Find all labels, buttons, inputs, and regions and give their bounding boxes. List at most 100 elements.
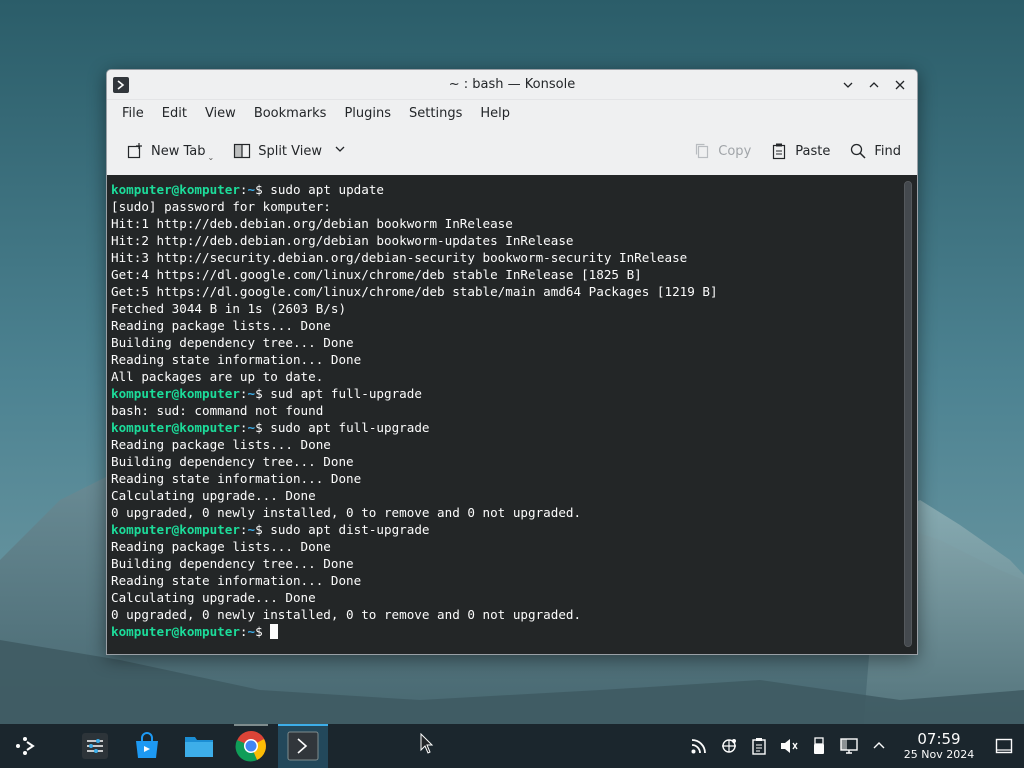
prompt-symbol: $ <box>255 182 263 197</box>
terminal-prompt-line: komputer@komputer:~$ sudo apt dist-upgra… <box>111 521 917 538</box>
settings-sliders-icon <box>82 733 108 759</box>
konsole-window: ~ : bash — Konsole File Edit View Bookma… <box>106 69 918 655</box>
menu-help[interactable]: Help <box>471 100 519 128</box>
copy-button[interactable]: Copy <box>686 135 757 167</box>
terminal-prompt-line: komputer@komputer:~$ <box>111 623 917 640</box>
prompt-command <box>263 624 271 639</box>
prompt-symbol: $ <box>255 386 263 401</box>
taskbar: 07:59 25 Nov 2024 <box>0 724 1024 768</box>
split-view-button[interactable]: Split View <box>226 135 352 167</box>
clipboard-icon[interactable] <box>744 724 774 768</box>
copy-icon <box>692 141 712 161</box>
title-bar[interactable]: ~ : bash — Konsole <box>107 70 917 100</box>
new-tab-button[interactable]: New Tab ⌄ <box>119 135 220 167</box>
application-launcher-button[interactable] <box>0 724 50 768</box>
prompt-command: sudo apt full-upgrade <box>262 420 430 435</box>
prompt-command: sud apt full-upgrade <box>262 386 422 401</box>
kde-launcher-icon <box>16 737 35 755</box>
volume-muted-icon[interactable] <box>774 724 804 768</box>
terminal-output-line: 0 upgraded, 0 newly installed, 0 to remo… <box>111 607 582 622</box>
paste-button[interactable]: Paste <box>763 135 836 167</box>
prompt-path: ~ <box>247 624 256 639</box>
show-desktop-button[interactable] <box>984 724 1024 768</box>
menu-view[interactable]: View <box>196 100 245 128</box>
taskbar-system-settings[interactable] <box>70 724 120 768</box>
prompt-path: ~ <box>247 522 256 537</box>
terminal-output-line: Calculating upgrade... Done <box>111 488 316 503</box>
paste-label: Paste <box>795 143 831 159</box>
split-view-dropdown-icon[interactable] <box>334 143 346 159</box>
prompt-symbol: $ <box>255 420 263 435</box>
paste-icon <box>769 141 789 161</box>
taskbar-discover[interactable] <box>122 724 172 768</box>
rss-feed-icon[interactable] <box>684 724 714 768</box>
prompt-symbol: $ <box>255 522 263 537</box>
terminal-output-line: Calculating upgrade... Done <box>111 590 316 605</box>
digital-clock[interactable]: 07:59 25 Nov 2024 <box>894 729 984 762</box>
clock-time: 07:59 <box>917 729 961 748</box>
prompt-separator: : <box>239 624 248 639</box>
prompt-user-host: komputer@komputer <box>111 522 240 537</box>
find-button[interactable]: Find <box>842 135 907 167</box>
toolbar: New Tab ⌄ Split View Copy Paste Find <box>107 128 917 174</box>
store-bag-icon <box>136 732 158 758</box>
menu-plugins[interactable]: Plugins <box>335 100 400 128</box>
terminal-prompt-line: komputer@komputer:~$ sudo apt update <box>111 181 917 198</box>
split-view-label: Split View <box>258 143 323 159</box>
prompt-separator: : <box>239 182 248 197</box>
terminal-prompt-line: komputer@komputer:~$ sudo apt full-upgra… <box>111 419 917 436</box>
menu-settings[interactable]: Settings <box>400 100 471 128</box>
terminal-output-line: bash: sud: command not found <box>111 403 324 418</box>
terminal-output-line: Reading state information... Done <box>111 352 362 367</box>
new-tab-icon <box>125 141 145 161</box>
terminal-scrollbar[interactable] <box>904 181 912 647</box>
chrome-icon <box>235 731 266 762</box>
find-label: Find <box>874 143 901 159</box>
new-tab-dropdown-icon[interactable]: ⌄ <box>208 153 215 162</box>
terminal-output-line: Reading state information... Done <box>111 471 362 486</box>
display-icon[interactable] <box>834 724 864 768</box>
expand-tray-icon[interactable] <box>864 724 894 768</box>
split-view-icon <box>232 141 252 161</box>
terminal-output-line: Hit:2 http://deb.debian.org/debian bookw… <box>111 233 574 248</box>
folder-icon <box>185 737 213 757</box>
prompt-path: ~ <box>247 386 256 401</box>
terminal-output-line: Fetched 3044 B in 1s (2603 B/s) <box>111 301 347 316</box>
terminal-output: komputer@komputer:~$ sudo apt update [sud… <box>111 181 917 640</box>
maximize-button[interactable] <box>863 74 885 96</box>
terminal-output-line: Building dependency tree... Done <box>111 335 354 350</box>
scrollbar-thumb[interactable] <box>905 182 911 646</box>
minimize-button[interactable] <box>837 74 859 96</box>
clock-date: 25 Nov 2024 <box>903 747 975 761</box>
terminal-view[interactable]: komputer@komputer:~$ sudo apt update [sud… <box>107 175 917 654</box>
taskbar-dolphin[interactable] <box>174 724 224 768</box>
prompt-user-host: komputer@komputer <box>111 624 240 639</box>
taskbar-konsole[interactable] <box>278 724 328 768</box>
usb-device-icon[interactable] <box>804 724 834 768</box>
terminal-output-line: Hit:3 http://security.debian.org/debian-… <box>111 250 688 265</box>
terminal-output-line: Building dependency tree... Done <box>111 556 354 571</box>
menu-bookmarks[interactable]: Bookmarks <box>245 100 336 128</box>
show-desktop-icon <box>995 738 1013 754</box>
menu-file[interactable]: File <box>113 100 153 128</box>
search-icon <box>848 141 868 161</box>
terminal-output-line: Get:5 https://dl.google.com/linux/chrome… <box>111 284 718 299</box>
prompt-path: ~ <box>247 182 256 197</box>
menu-bar: File Edit View Bookmarks Plugins Setting… <box>107 100 917 128</box>
prompt-user-host: komputer@komputer <box>111 386 240 401</box>
terminal-output-line: Reading package lists... Done <box>111 318 331 333</box>
system-tray: 07:59 25 Nov 2024 <box>684 724 1024 768</box>
close-button[interactable] <box>889 74 911 96</box>
terminal-output-line: Hit:1 http://deb.debian.org/debian bookw… <box>111 216 513 231</box>
window-title: ~ : bash — Konsole <box>448 77 576 92</box>
prompt-command: sudo apt update <box>262 182 385 197</box>
terminal-output-line: [sudo] password for komputer: <box>111 199 331 214</box>
chevron-up-icon <box>869 82 879 88</box>
taskbar-google-chrome[interactable] <box>226 724 276 768</box>
prompt-separator: : <box>239 386 248 401</box>
network-icon[interactable] <box>714 724 744 768</box>
menu-edit[interactable]: Edit <box>153 100 196 128</box>
prompt-user-host: komputer@komputer <box>111 420 240 435</box>
prompt-symbol: $ <box>255 624 263 639</box>
terminal-output-line: Reading state information... Done <box>111 573 362 588</box>
